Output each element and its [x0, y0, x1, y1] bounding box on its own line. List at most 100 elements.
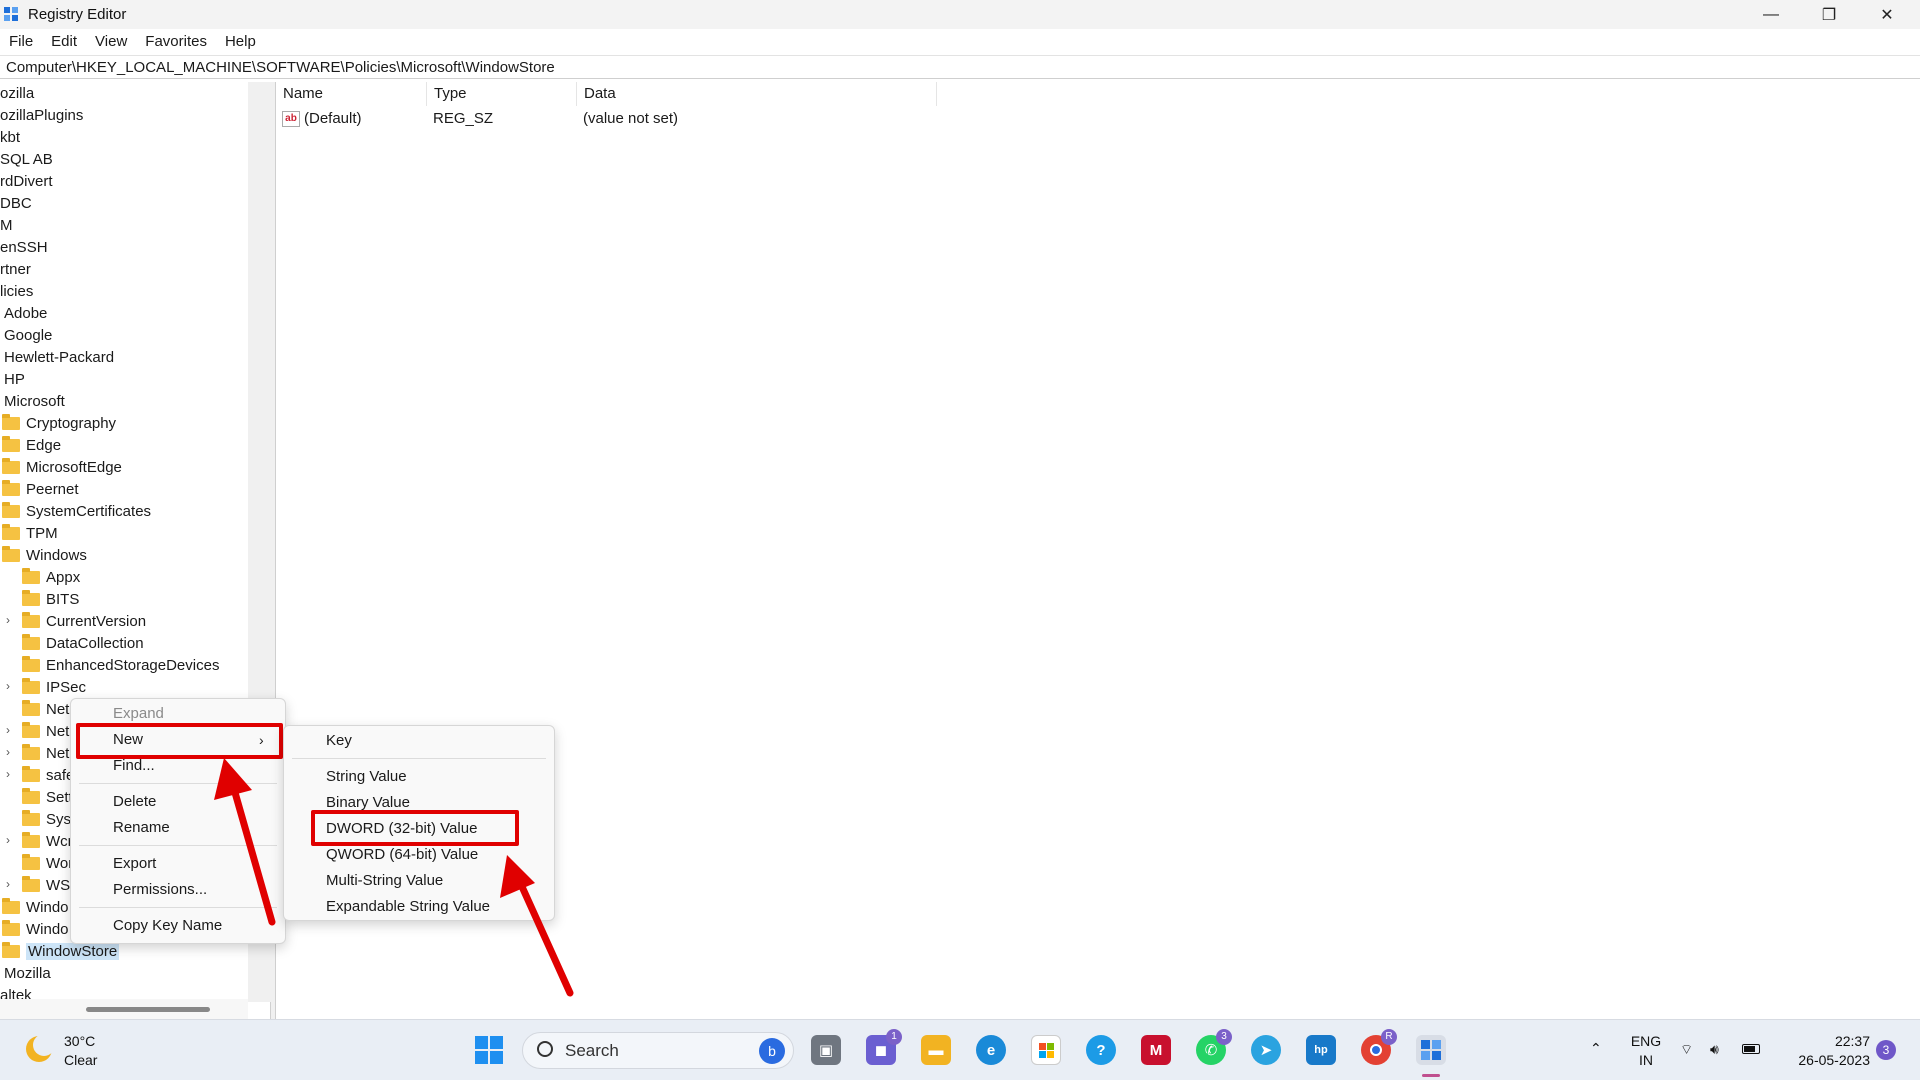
edge-browser-icon[interactable]: e — [976, 1035, 1006, 1065]
wifi-icon[interactable]: ⌔ — [1680, 1040, 1693, 1058]
tree-item[interactable]: Sett — [22, 786, 73, 808]
tree-item-windows[interactable]: Windows — [2, 544, 87, 566]
submenu-expandable-string-value[interactable]: Expandable String Value — [284, 894, 490, 920]
tree-item[interactable]: ozilla — [0, 82, 34, 104]
task-view-icon[interactable]: ▣ — [811, 1035, 841, 1065]
bing-icon[interactable]: b — [759, 1038, 785, 1064]
menu-view[interactable]: View — [95, 33, 127, 50]
tree-item-hp[interactable]: HP — [4, 368, 25, 390]
tree-item[interactable]: ozillaPlugins — [0, 104, 83, 126]
tree-item-adobe[interactable]: Adobe — [4, 302, 47, 324]
tree-item[interactable]: SQL AB — [0, 148, 53, 170]
tree-item-cryptography[interactable]: Cryptography — [2, 412, 116, 434]
tree-item[interactable]: WSI — [22, 874, 74, 896]
tree-item[interactable]: rdDivert — [0, 170, 53, 192]
clock-date[interactable]: 26-05-2023 — [1772, 1051, 1870, 1069]
tree-item-bits[interactable]: BITS — [22, 588, 79, 610]
tree-item[interactable]: rtner — [0, 258, 31, 280]
chevron-right-icon[interactable]: › — [6, 613, 10, 627]
submenu-key[interactable]: Key — [284, 728, 352, 754]
active-app-indicator — [1422, 1074, 1440, 1077]
tree-item[interactable]: Net — [22, 720, 69, 742]
tree-item-microsoft[interactable]: Microsoft — [4, 390, 65, 412]
volume-icon[interactable]: 🔊︎ — [1710, 1040, 1719, 1058]
tree-item-systemcertificates[interactable]: SystemCertificates — [2, 500, 151, 522]
chevron-right-icon[interactable]: › — [6, 679, 10, 693]
myhp-icon[interactable]: hp — [1306, 1035, 1336, 1065]
mcafee-icon[interactable]: M — [1141, 1035, 1171, 1065]
tree-horizontal-scrollbar[interactable] — [0, 999, 248, 1019]
telegram-icon[interactable]: ➤ — [1251, 1035, 1281, 1065]
tree-item-datacollection[interactable]: DataCollection — [22, 632, 144, 654]
tree-item[interactable]: enSSH — [0, 236, 48, 258]
whatsapp-icon[interactable]: ✆ 3 — [1196, 1029, 1232, 1065]
weather-temp[interactable]: 30°C — [64, 1032, 95, 1050]
tree-item[interactable]: safe — [22, 764, 74, 786]
submenu-string-value[interactable]: String Value — [284, 764, 407, 790]
tree-item[interactable]: Wor — [22, 852, 73, 874]
tree-item-tpm[interactable]: TPM — [2, 522, 58, 544]
tree-item[interactable]: M — [0, 214, 13, 236]
value-row[interactable]: ab (Default) REG_SZ (value not set) — [276, 108, 1276, 130]
tree-item[interactable]: licies — [0, 280, 33, 302]
tree-item-edge[interactable]: Edge — [2, 434, 61, 456]
minimize-button[interactable]: — — [1742, 0, 1800, 29]
chevron-right-icon[interactable]: › — [6, 745, 10, 759]
menu-copy-key-name[interactable]: Copy Key Name — [71, 913, 222, 939]
tree-item-microsoftedge[interactable]: MicrosoftEdge — [2, 456, 122, 478]
tree-item-hewlett-packard[interactable]: Hewlett-Packard — [4, 346, 114, 368]
menu-help[interactable]: Help — [225, 33, 256, 50]
taskbar-search[interactable]: Search b — [522, 1032, 794, 1069]
tree-item-google[interactable]: Google — [4, 324, 52, 346]
tree-item[interactable]: kbt — [0, 126, 20, 148]
tree-item-ipsec[interactable]: IPSec — [22, 676, 86, 698]
language-top[interactable]: ENG — [1628, 1032, 1664, 1050]
tree-item-mozilla[interactable]: Mozilla — [4, 962, 51, 984]
address-bar[interactable]: Computer\HKEY_LOCAL_MACHINE\SOFTWARE\Pol… — [0, 55, 1920, 79]
registry-editor-taskbar-icon[interactable] — [1416, 1035, 1446, 1065]
column-type[interactable]: Type — [427, 82, 577, 106]
menu-file[interactable]: File — [9, 33, 33, 50]
tree-item[interactable]: Net — [22, 742, 69, 764]
file-explorer-icon[interactable]: ▬ — [921, 1035, 951, 1065]
clock-time[interactable]: 22:37 — [1780, 1032, 1870, 1050]
tree-item-enhancedstoragedevices[interactable]: EnhancedStorageDevices — [22, 654, 219, 676]
chevron-right-icon[interactable]: › — [6, 723, 10, 737]
scrollbar-thumb[interactable] — [86, 1007, 210, 1012]
folder-icon — [2, 941, 20, 958]
windows-start-icon[interactable] — [474, 1035, 504, 1065]
battery-icon[interactable] — [1742, 1044, 1760, 1054]
tree-item[interactable]: Net — [22, 698, 69, 720]
get-help-icon[interactable]: ? — [1086, 1035, 1116, 1065]
menu-edit[interactable]: Edit — [51, 33, 77, 50]
chrome-icon[interactable]: R — [1361, 1029, 1397, 1065]
close-button[interactable]: ✕ — [1858, 0, 1916, 29]
chevron-right-icon[interactable]: › — [6, 877, 10, 891]
column-data[interactable]: Data — [577, 82, 937, 106]
tree-item-appx[interactable]: Appx — [22, 566, 80, 588]
microsoft-store-icon[interactable] — [1031, 1035, 1061, 1065]
teams-chat-icon[interactable]: ◼ 1 — [866, 1029, 902, 1065]
menu-export[interactable]: Export — [71, 851, 156, 877]
chevron-right-icon[interactable]: › — [6, 833, 10, 847]
menu-rename[interactable]: Rename — [71, 815, 170, 841]
menu-separator — [79, 907, 277, 908]
tree-item[interactable]: Windo — [2, 918, 69, 940]
maximize-button[interactable]: ❐ — [1800, 0, 1858, 29]
submenu-multi-string-value[interactable]: Multi-String Value — [284, 868, 443, 894]
tree-item-peernet[interactable]: Peernet — [2, 478, 79, 500]
notification-count[interactable]: 3 — [1876, 1040, 1896, 1060]
tree-item[interactable]: Wcr — [22, 830, 73, 852]
weather-desc[interactable]: Clear — [64, 1051, 97, 1069]
chevron-right-icon[interactable]: › — [6, 767, 10, 781]
tree-item-currentversion[interactable]: CurrentVersion — [22, 610, 146, 632]
language-bottom[interactable]: IN — [1628, 1051, 1664, 1069]
menu-permissions[interactable]: Permissions... — [71, 877, 207, 903]
chevron-up-icon[interactable]: ⌃ — [1590, 1039, 1602, 1057]
menu-delete[interactable]: Delete — [71, 789, 156, 815]
tree-item[interactable]: Windo — [2, 896, 69, 918]
menu-favorites[interactable]: Favorites — [145, 33, 207, 50]
tree-item[interactable]: Syst — [22, 808, 75, 830]
column-name[interactable]: Name — [276, 82, 427, 106]
tree-item[interactable]: DBC — [0, 192, 32, 214]
